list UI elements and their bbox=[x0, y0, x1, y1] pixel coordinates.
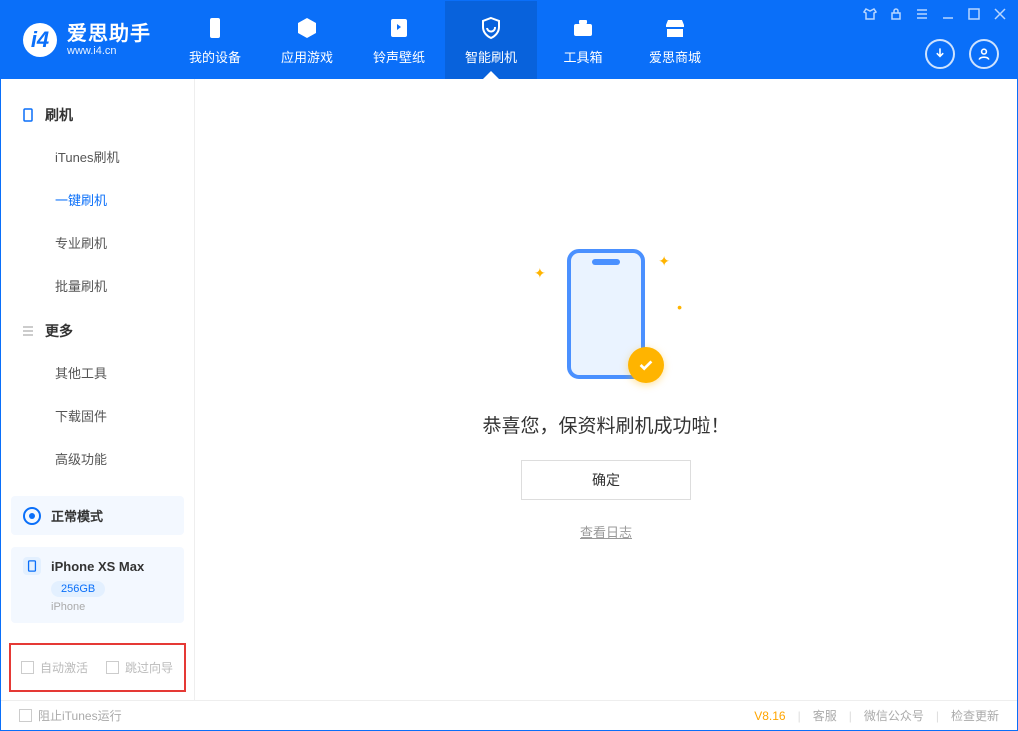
store-icon bbox=[662, 15, 688, 41]
app-header: i4 爱思助手 www.i4.cn 我的设备 应用游戏 铃声壁纸 智能刷机 工具… bbox=[1, 1, 1017, 79]
mode-card[interactable]: 正常模式 bbox=[11, 496, 184, 535]
sidebar-group-flash: 刷机 bbox=[1, 91, 194, 135]
checkbox-icon bbox=[21, 661, 34, 674]
checkbox-label: 跳过向导 bbox=[125, 659, 173, 676]
sidebar-item-batch-flash[interactable]: 批量刷机 bbox=[1, 264, 194, 307]
nav-label: 铃声壁纸 bbox=[373, 47, 425, 66]
sidebar-item-oneclick-flash[interactable]: 一键刷机 bbox=[1, 178, 194, 221]
checkbox-label: 自动激活 bbox=[40, 659, 88, 676]
device-icon bbox=[202, 15, 228, 41]
support-link[interactable]: 客服 bbox=[813, 707, 837, 724]
app-subtitle: www.i4.cn bbox=[67, 45, 151, 57]
sidebar-item-download-firmware[interactable]: 下载固件 bbox=[1, 394, 194, 437]
sidebar-item-other-tools[interactable]: 其他工具 bbox=[1, 351, 194, 394]
sparkle-icon: • bbox=[677, 299, 682, 315]
checkbox-skip-guide[interactable]: 跳过向导 bbox=[106, 659, 173, 676]
device-phone-icon bbox=[23, 557, 41, 575]
window-controls-top bbox=[863, 7, 1007, 21]
view-log-link[interactable]: 查看日志 bbox=[580, 522, 632, 541]
sidebar: 刷机 iTunes刷机 一键刷机 专业刷机 批量刷机 更多 其他工具 下载固件 … bbox=[1, 79, 195, 700]
close-icon[interactable] bbox=[993, 7, 1007, 21]
nav-label: 爱思商城 bbox=[649, 47, 701, 66]
app-logo: i4 爱思助手 www.i4.cn bbox=[1, 1, 169, 79]
device-storage-badge: 256GB bbox=[51, 581, 105, 597]
menu-icon[interactable] bbox=[915, 7, 929, 21]
sparkle-icon: ✦ bbox=[534, 265, 546, 282]
checkbox-icon bbox=[106, 661, 119, 674]
user-icon[interactable] bbox=[969, 39, 999, 69]
ok-button[interactable]: 确定 bbox=[521, 460, 691, 500]
device-name: iPhone XS Max bbox=[51, 559, 144, 574]
version-label: V8.16 bbox=[754, 709, 785, 723]
nav-apps-games[interactable]: 应用游戏 bbox=[261, 1, 353, 79]
lock-icon[interactable] bbox=[889, 7, 903, 21]
phone-icon bbox=[21, 108, 35, 122]
nav-smart-flash[interactable]: 智能刷机 bbox=[445, 1, 537, 79]
check-update-link[interactable]: 检查更新 bbox=[951, 707, 999, 724]
nav-toolbox[interactable]: 工具箱 bbox=[537, 1, 629, 79]
checkbox-block-itunes[interactable]: 阻止iTunes运行 bbox=[19, 707, 122, 724]
nav-my-device[interactable]: 我的设备 bbox=[169, 1, 261, 79]
minimize-icon[interactable] bbox=[941, 7, 955, 21]
device-type: iPhone bbox=[51, 601, 172, 613]
nav-label: 我的设备 bbox=[189, 47, 241, 66]
success-message: 恭喜您，保资料刷机成功啦！ bbox=[482, 411, 729, 438]
wechat-link[interactable]: 微信公众号 bbox=[864, 707, 924, 724]
sidebar-group-more: 更多 bbox=[1, 307, 194, 351]
mode-indicator-icon bbox=[23, 507, 41, 525]
shirt-icon[interactable] bbox=[863, 7, 877, 21]
header-action-icons bbox=[925, 39, 999, 69]
status-bar: 阻止iTunes运行 V8.16 | 客服 | 微信公众号 | 检查更新 bbox=[1, 700, 1017, 730]
refresh-shield-icon bbox=[478, 15, 504, 41]
app-title: 爱思助手 bbox=[67, 23, 151, 45]
group-label: 更多 bbox=[45, 321, 73, 341]
sparkle-icon: ✦ bbox=[658, 253, 670, 270]
checkbox-label: 阻止iTunes运行 bbox=[38, 707, 122, 724]
nav-store[interactable]: 爱思商城 bbox=[629, 1, 721, 79]
cube-icon bbox=[294, 15, 320, 41]
main-content: ✦ ✦ • 恭喜您，保资料刷机成功啦！ 确定 查看日志 bbox=[195, 79, 1017, 700]
sidebar-item-itunes-flash[interactable]: iTunes刷机 bbox=[1, 135, 194, 178]
success-illustration: ✦ ✦ • bbox=[516, 239, 696, 389]
nav-label: 智能刷机 bbox=[465, 47, 517, 66]
logo-icon: i4 bbox=[23, 23, 57, 57]
music-icon bbox=[386, 15, 412, 41]
nav-label: 工具箱 bbox=[563, 47, 602, 66]
device-card[interactable]: iPhone XS Max 256GB iPhone bbox=[11, 547, 184, 623]
nav-ringtones-wallpapers[interactable]: 铃声壁纸 bbox=[353, 1, 445, 79]
checkmark-badge-icon bbox=[628, 347, 664, 383]
download-icon[interactable] bbox=[925, 39, 955, 69]
maximize-icon[interactable] bbox=[967, 7, 981, 21]
checkbox-icon bbox=[19, 709, 32, 722]
toolbox-icon bbox=[570, 15, 596, 41]
sidebar-item-pro-flash[interactable]: 专业刷机 bbox=[1, 221, 194, 264]
flash-options-highlighted: 自动激活 跳过向导 bbox=[9, 643, 186, 692]
group-label: 刷机 bbox=[45, 105, 73, 125]
checkbox-auto-activate[interactable]: 自动激活 bbox=[21, 659, 88, 676]
main-nav: 我的设备 应用游戏 铃声壁纸 智能刷机 工具箱 爱思商城 bbox=[169, 1, 721, 79]
sidebar-item-advanced[interactable]: 高级功能 bbox=[1, 437, 194, 480]
list-icon bbox=[21, 324, 35, 338]
mode-label: 正常模式 bbox=[51, 506, 103, 525]
nav-label: 应用游戏 bbox=[281, 47, 333, 66]
